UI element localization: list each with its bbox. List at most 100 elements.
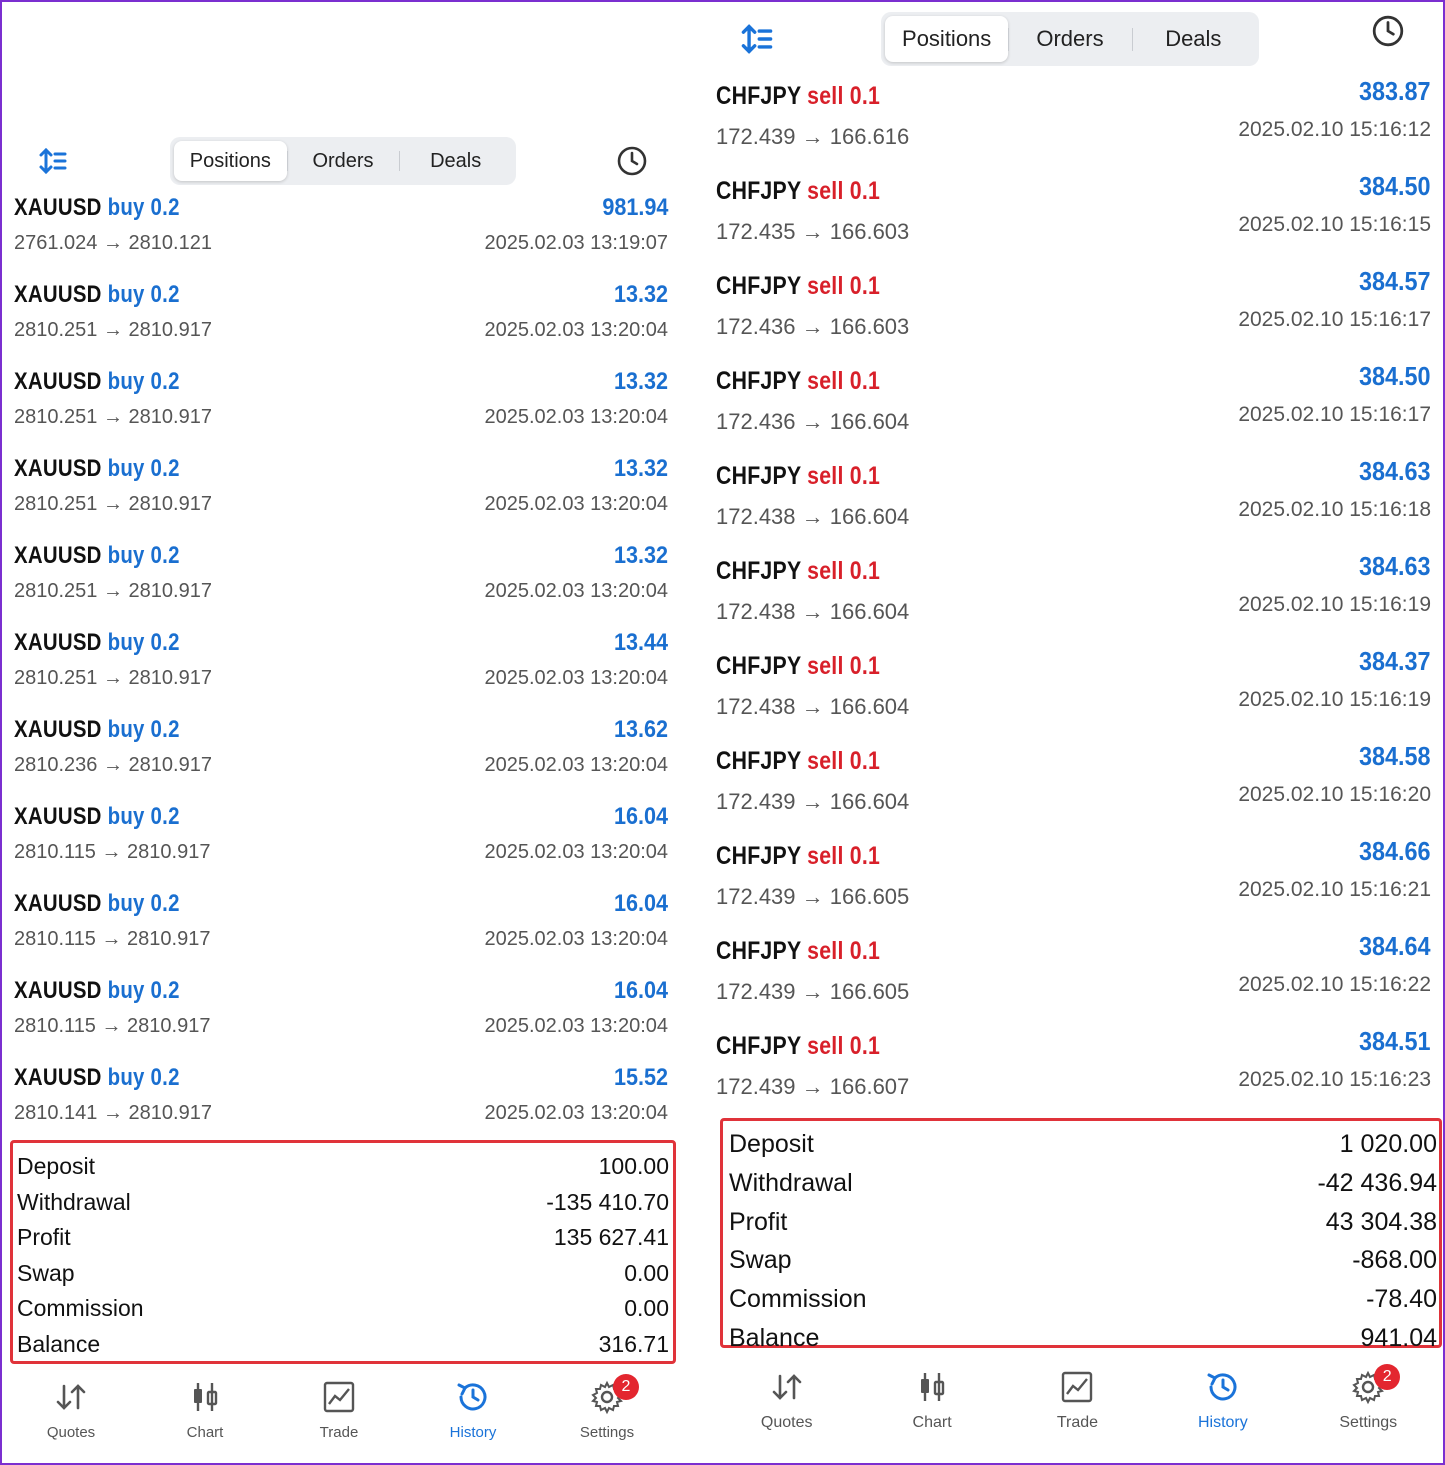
summary-value: -135 410.70 <box>546 1188 669 1215</box>
clock-icon[interactable] <box>616 145 648 177</box>
nav-settings[interactable]: Settings 2 <box>557 1374 657 1448</box>
deal-symbol: XAUUSD <box>14 629 102 656</box>
deal-symbol: XAUUSD <box>14 890 102 917</box>
history-icon <box>457 1383 487 1411</box>
deal-row[interactable]: XAUUSD buy 0.2 2761.024 → 2810.121 981.94 2… <box>4 190 674 277</box>
nav-history[interactable]: History <box>1173 1368 1273 1438</box>
deal-profit: 384.63 <box>1359 551 1431 581</box>
summary-label: Profit <box>17 1224 71 1250</box>
deal-time: 2025.02.10 15:16:21 <box>1238 878 1431 901</box>
deal-row[interactable]: XAUUSD buy 0.2 2810.251 → 2810.917 13.32 20… <box>4 364 674 451</box>
nav-history[interactable]: History <box>423 1378 523 1448</box>
deal-row[interactable]: XAUUSD buy 0.2 2810.251 → 2810.917 13.32 20… <box>4 451 674 538</box>
deal-row[interactable]: XAUUSD buy 0.2 2810.141 → 2810.917 15.52 20… <box>4 1060 674 1147</box>
tab-positions[interactable]: Positions <box>174 141 287 181</box>
left-history-screen: Positions Orders Deals XAUUSD buy 0.2 276… <box>4 0 676 1465</box>
deal-time: 2025.02.10 15:16:15 <box>1238 213 1431 236</box>
deal-side-volume: sell 0.1 <box>807 937 881 965</box>
deal-prices: 2810.115 → 2810.917 <box>14 841 211 863</box>
bottom-nav: Quotes Chart Trade History Settings 2 <box>4 1374 674 1448</box>
tab-positions[interactable]: Positions <box>885 16 1009 62</box>
nav-chart[interactable]: Chart <box>155 1378 255 1448</box>
deal-row[interactable]: CHFJPY sell 0.1 172.439 → 166.616 383.87 20… <box>714 72 1441 167</box>
notification-badge: 2 <box>1374 1364 1401 1390</box>
tab-orders[interactable]: Orders <box>1008 16 1131 62</box>
summary-row-deposit: Deposit 1 020.00 <box>729 1125 1437 1164</box>
deal-row[interactable]: XAUUSD buy 0.2 2810.236 → 2810.917 13.62 20… <box>4 712 674 799</box>
notification-badge: 2 <box>613 1374 639 1400</box>
nav-settings[interactable]: Settings 2 <box>1318 1364 1418 1438</box>
sort-icon[interactable] <box>740 22 774 56</box>
deal-symbol: XAUUSD <box>14 803 102 830</box>
deal-row[interactable]: CHFJPY sell 0.1 172.438 → 166.604 384.63 20… <box>714 452 1441 547</box>
deal-profit: 384.50 <box>1359 361 1431 391</box>
deal-row[interactable]: XAUUSD buy 0.2 2810.251 → 2810.917 13.44 20… <box>4 625 674 712</box>
deal-time: 2025.02.10 15:16:20 <box>1238 783 1431 806</box>
deal-side-volume: sell 0.1 <box>807 557 881 585</box>
tab-orders[interactable]: Orders <box>286 141 400 181</box>
deal-profit: 13.32 <box>613 281 668 308</box>
trade-chart-icon <box>323 1381 355 1413</box>
sort-icon[interactable] <box>38 146 68 176</box>
deal-title: CHFJPY sell 0.1 <box>716 557 880 586</box>
deal-row[interactable]: CHFJPY sell 0.1 172.436 → 166.603 384.57 20… <box>714 262 1441 357</box>
deal-side-volume: buy 0.2 <box>107 542 180 569</box>
deal-prices: 172.438 → 166.604 <box>716 599 910 624</box>
summary-value: 0.00 <box>624 1295 669 1321</box>
summary-row-balance: Balance 316.71 <box>17 1327 669 1363</box>
deal-symbol: CHFJPY <box>716 937 801 965</box>
tab-deals[interactable]: Deals <box>399 141 512 181</box>
history-segmented-control: Positions Orders Deals <box>170 137 516 185</box>
deal-profit: 383.87 <box>1359 76 1431 106</box>
deal-symbol: CHFJPY <box>716 652 801 680</box>
summary-row-withdrawal: Withdrawal -135 410.70 <box>17 1185 669 1221</box>
deal-title: CHFJPY sell 0.1 <box>716 1032 880 1061</box>
nav-quotes[interactable]: Quotes <box>21 1378 121 1448</box>
deal-symbol: CHFJPY <box>716 462 801 490</box>
deal-row[interactable]: CHFJPY sell 0.1 172.439 → 166.605 384.64 20… <box>714 927 1441 1022</box>
summary-label: Balance <box>17 1330 101 1357</box>
quotes-icon <box>56 1384 86 1410</box>
deal-prices: 2810.115 → 2810.917 <box>14 1015 211 1037</box>
deal-prices: 2810.251 → 2810.917 <box>14 493 212 515</box>
deal-row[interactable]: CHFJPY sell 0.1 172.435 → 166.603 384.50 20… <box>714 167 1441 262</box>
candlestick-chart-icon <box>194 1383 218 1411</box>
deal-symbol: CHFJPY <box>716 82 801 110</box>
deal-row[interactable]: CHFJPY sell 0.1 172.439 → 166.605 384.66 20… <box>714 832 1441 927</box>
deal-prices: 172.439 → 166.616 <box>716 124 910 149</box>
history-icon <box>1207 1373 1237 1401</box>
deal-title: CHFJPY sell 0.1 <box>716 747 880 776</box>
deal-profit: 384.66 <box>1359 836 1431 866</box>
nav-quotes[interactable]: Quotes <box>737 1368 837 1438</box>
summary-value: 1 020.00 <box>1339 1130 1437 1158</box>
deal-prices: 172.436 → 166.603 <box>716 314 910 339</box>
deal-row[interactable]: CHFJPY sell 0.1 172.436 → 166.604 384.50 20… <box>714 357 1441 452</box>
deal-title: XAUUSD buy 0.2 <box>14 542 180 570</box>
nav-chart[interactable]: Chart <box>882 1368 982 1438</box>
deal-row[interactable]: XAUUSD buy 0.2 2810.115 → 2810.917 16.04 20… <box>4 973 674 1060</box>
deal-side-volume: buy 0.2 <box>107 890 180 917</box>
tab-deals[interactable]: Deals <box>1131 16 1255 62</box>
deal-row[interactable]: XAUUSD buy 0.2 2810.251 → 2810.917 13.32 20… <box>4 277 674 364</box>
deal-row[interactable]: CHFJPY sell 0.1 172.439 → 166.607 384.51 20… <box>714 1022 1441 1117</box>
deal-row[interactable]: CHFJPY sell 0.1 172.438 → 166.604 384.63 20… <box>714 547 1441 642</box>
deal-row[interactable]: CHFJPY sell 0.1 172.439 → 166.604 384.58 20… <box>714 737 1441 832</box>
account-summary: Deposit 1 020.00 Withdrawal -42 436.94 Profi… <box>720 1118 1442 1352</box>
nav-trade[interactable]: Trade <box>1027 1368 1127 1438</box>
summary-row-balance: Balance 941.04 <box>729 1319 1437 1358</box>
nav-trade[interactable]: Trade <box>289 1378 389 1448</box>
deal-row[interactable]: XAUUSD buy 0.2 2810.115 → 2810.917 16.04 20… <box>4 886 674 973</box>
deal-time: 2025.02.03 13:20:04 <box>484 319 668 341</box>
deal-row[interactable]: XAUUSD buy 0.2 2810.251 → 2810.917 13.32 20… <box>4 538 674 625</box>
deal-title: CHFJPY sell 0.1 <box>716 177 880 206</box>
deal-symbol: CHFJPY <box>716 842 801 870</box>
nav-label: Chart <box>912 1414 952 1431</box>
nav-label: History <box>1197 1414 1248 1431</box>
deal-row[interactable]: CHFJPY sell 0.1 172.438 → 166.604 384.37 20… <box>714 642 1441 737</box>
clock-icon[interactable] <box>1371 14 1405 48</box>
deal-title: CHFJPY sell 0.1 <box>716 82 880 111</box>
deal-prices: 2810.236 → 2810.917 <box>14 754 212 776</box>
deal-prices: 172.435 → 166.603 <box>716 219 910 244</box>
deal-title: CHFJPY sell 0.1 <box>716 937 880 966</box>
deal-row[interactable]: XAUUSD buy 0.2 2810.115 → 2810.917 16.04 20… <box>4 799 674 886</box>
